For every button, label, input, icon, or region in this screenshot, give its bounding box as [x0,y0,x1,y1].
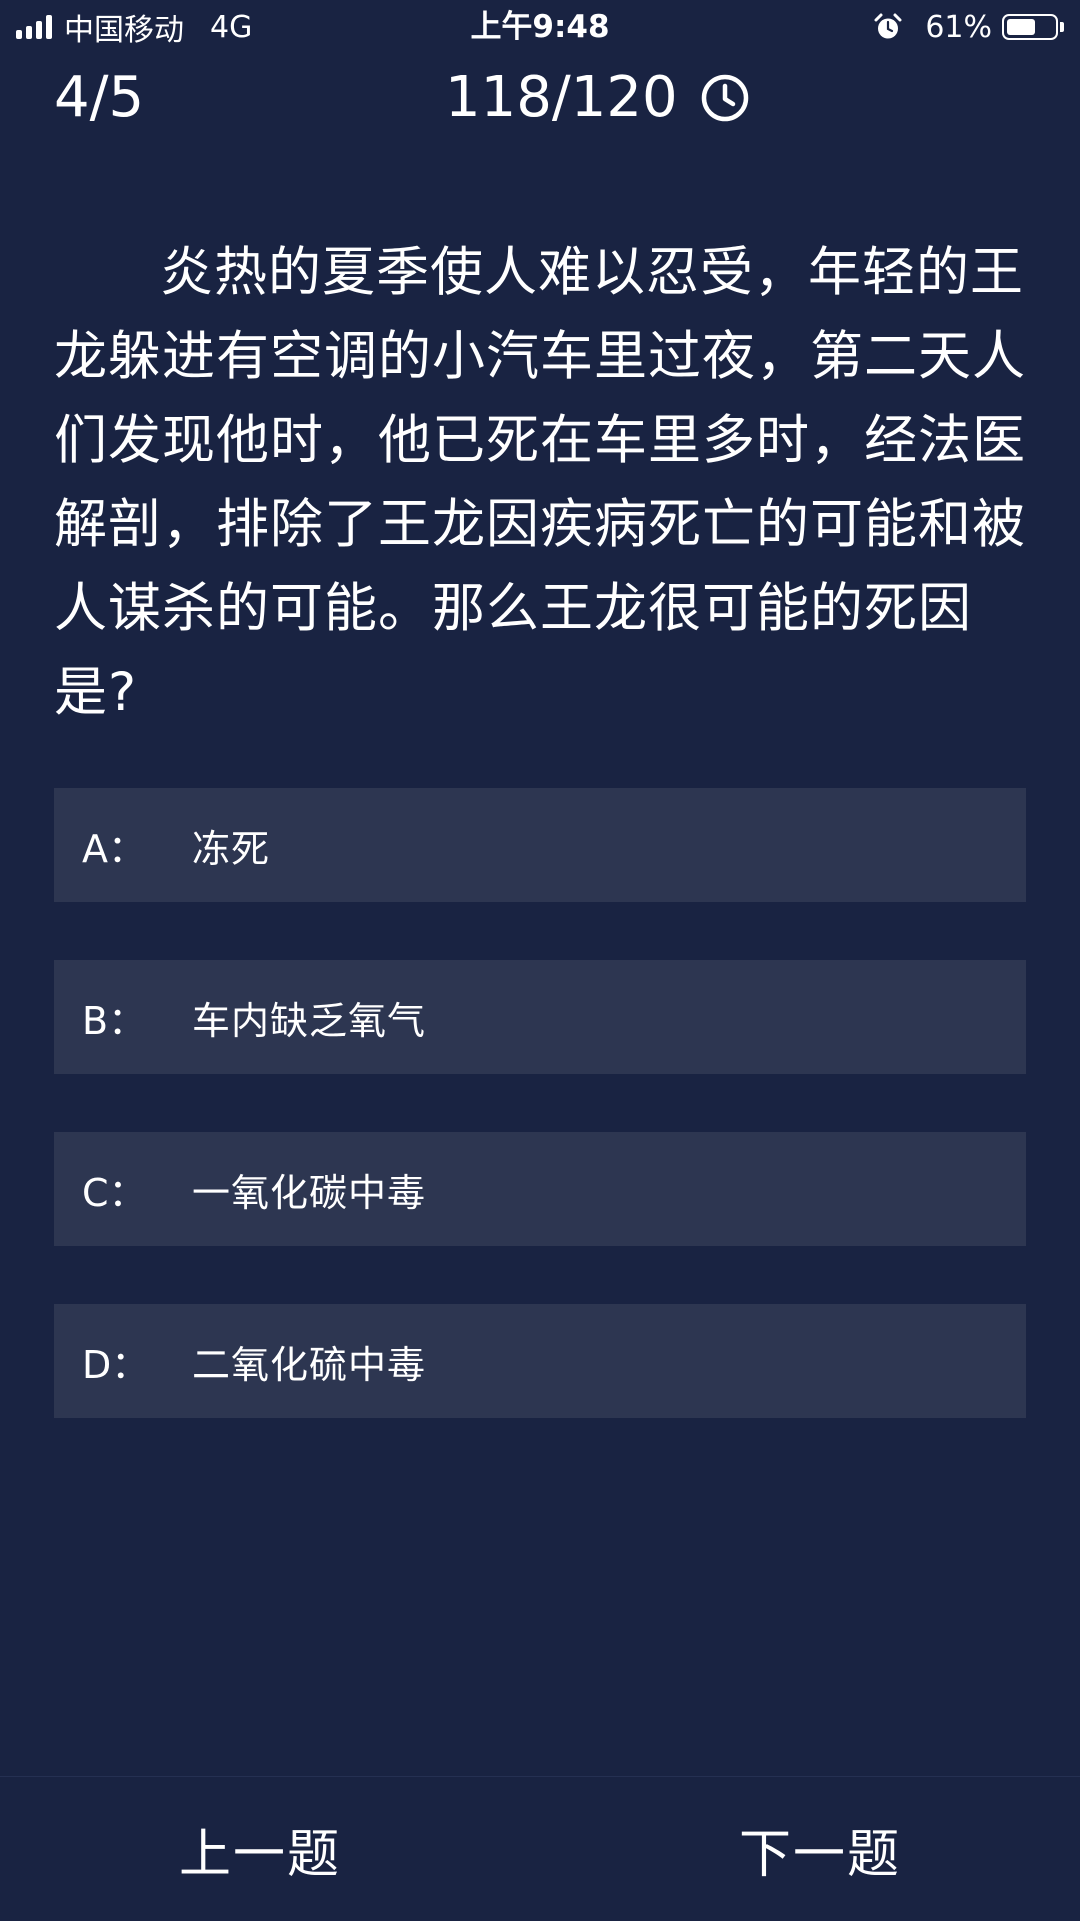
status-right: 61% [873,8,1064,46]
timer-value: 118/120 [445,65,678,130]
question-progress: 4/5 [54,65,145,130]
clock-icon [701,74,748,122]
question-text: 炎热的夏季使人难以忍受，年轻的王龙躲进有空调的小汽车里过夜，第二天人们发现他时，… [54,242,1026,723]
previous-question-button[interactable]: 上一题 [140,1777,380,1921]
option-d[interactable]: D： 二氧化硫中毒 [54,1304,1026,1418]
status-bar: 中国移动 4G 上午9:48 61% [0,0,1080,54]
battery-icon [1002,14,1058,40]
alarm-clock-icon [874,13,902,39]
bottom-nav: 上一题 下一题 [0,1776,1080,1920]
battery-fill [1007,19,1036,35]
option-letter: B： [82,998,147,1043]
option-text: 二氧化硫中毒 [192,1342,427,1387]
option-text: 冻死 [192,826,271,871]
option-letter: C： [82,1170,147,1215]
answer-options: A： 冻死 B： 车内缺乏氧气 C： 一氧化碳中毒 D： 二氧化硫中毒 [54,788,1026,1476]
option-b[interactable]: B： 车内缺乏氧气 [54,960,1026,1074]
option-letter: A： [82,826,146,871]
battery-cap [1060,22,1064,32]
option-text: 一氧化碳中毒 [192,1170,427,1215]
option-text: 车内缺乏氧气 [192,998,427,1043]
battery-percent: 61% [925,9,992,45]
countdown-timer: 118/120 [445,66,750,130]
option-a[interactable]: A： 冻死 [54,788,1026,902]
option-letter: D： [82,1342,150,1387]
option-c[interactable]: C： 一氧化碳中毒 [54,1132,1026,1246]
next-question-button[interactable]: 下一题 [700,1777,940,1921]
